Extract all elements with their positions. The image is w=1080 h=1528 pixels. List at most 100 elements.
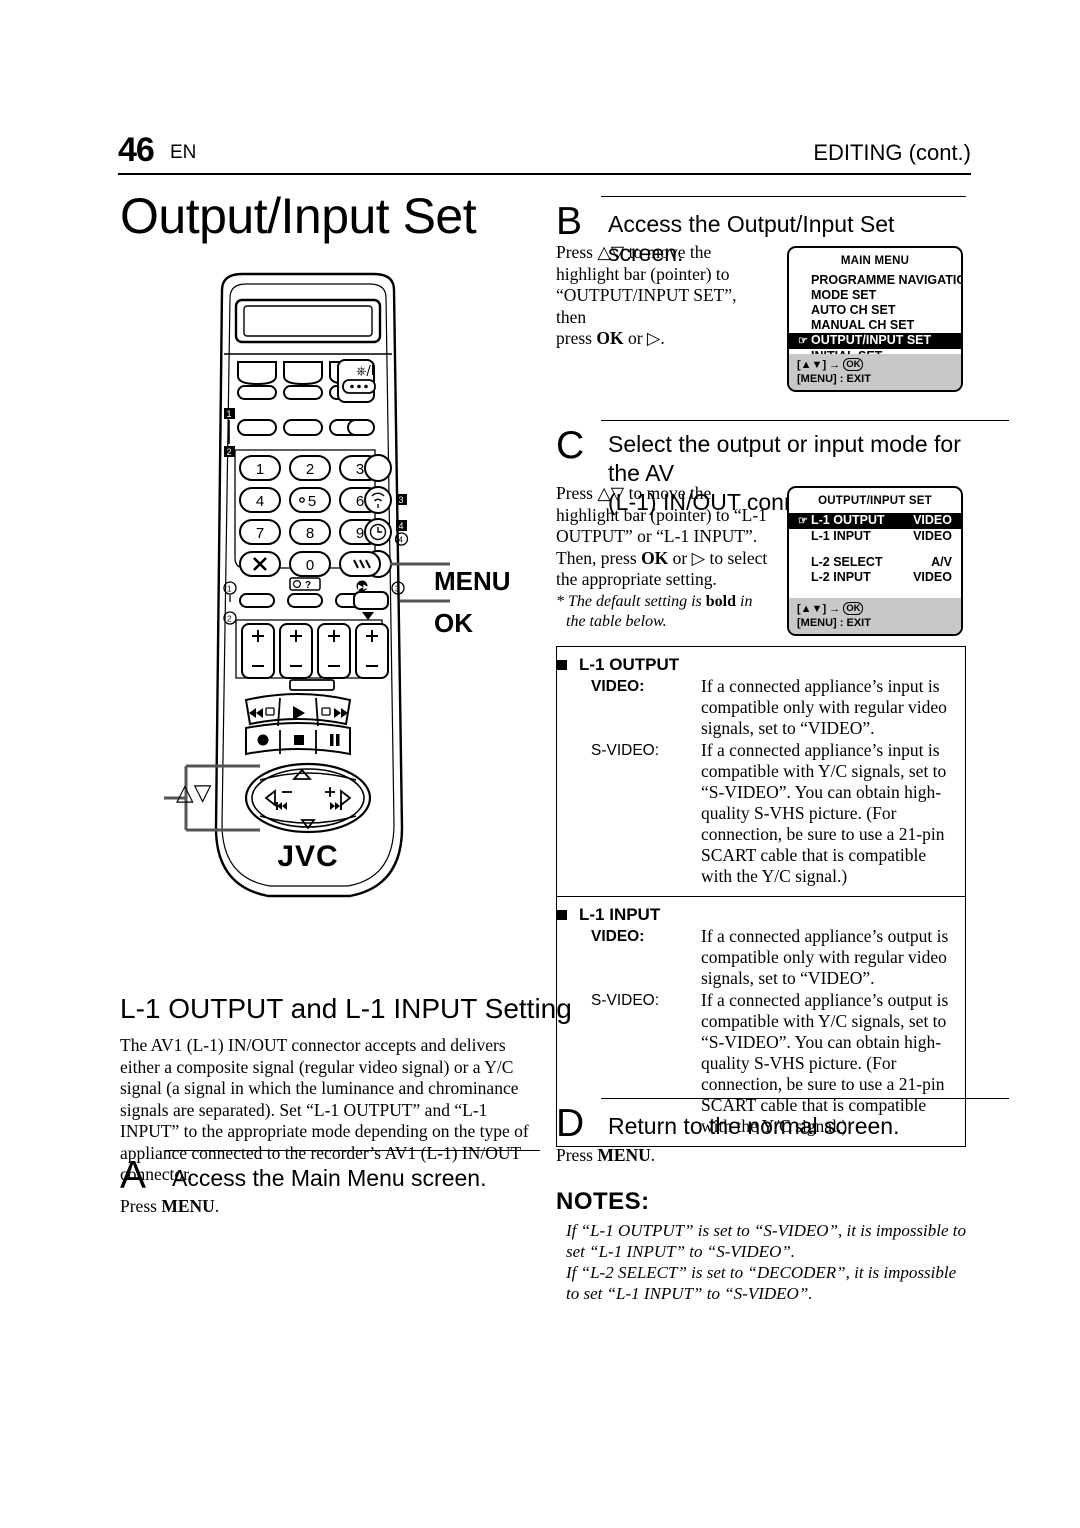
step-d-divider [601,1098,1009,1099]
header-divider [118,173,971,175]
remote-row2-key-4 [347,419,375,436]
remote-row2-key-2 [283,419,323,436]
section-title: EDITING (cont.) [813,140,971,165]
osd-main-menu: MAIN MENU PROGRAMME NAVIGATION MODE SET AU… [787,246,963,392]
remote-row-small-key-2 [287,593,323,608]
osd-menu-item[interactable]: L-2 INPUT VIDEO [789,570,961,585]
svg-text:7: 7 [256,525,264,542]
svg-text:1: 1 [227,409,232,419]
osd-menu-item-label: ☞ OUTPUT/INPUT SET [798,333,932,347]
marker-3: 3 [396,494,407,505]
step-c-default-note: * The default setting is bold in the tab… [556,592,771,632]
osd-output-input-set-title: OUTPUT/INPUT SET [818,495,932,507]
svg-text:8: 8 [306,525,314,542]
step-d-letter: D [556,1102,585,1145]
step-b-body-line3: “OUTPUT/INPUT SET”, then [556,285,737,327]
spec-row-value: If a connected appliance’s input is comp… [701,676,947,738]
spec-row-key: S-VIDEO: [591,742,660,759]
step-b-body: Press △▽ to move the highlight bar (poin… [556,242,761,350]
svg-text:3: 3 [399,495,404,505]
callout-ok-label: OK [434,608,473,638]
svg-text:2: 2 [227,447,232,457]
marker-2: 2 [224,446,235,457]
step-c-body: Press △▽ to move the highlight bar (poin… [556,483,771,632]
svg-text:6: 6 [356,493,364,510]
ok-glyph: OK [843,602,864,615]
osd-menu-item-value: A/V [931,555,952,569]
spec-row-value: If a connected appliance’s input is comp… [701,740,947,886]
osd-menu-item[interactable]: MANUAL CH SET [789,318,961,333]
osd-menu-item[interactable]: L-2 SELECT A/V [789,555,961,570]
svg-text:9: 9 [356,525,364,542]
spec-block-title: L-1 OUTPUT [557,655,955,675]
osd-menu-item[interactable]: ☞ OUTPUT/INPUT SET [789,333,961,349]
remote-softkey-1 [237,385,277,400]
osd-main-menu-title: MAIN MENU [840,255,910,267]
spec-row: VIDEO: If a connected appliance’s input i… [591,676,955,739]
step-b-body-line4: press OK or ▷. [556,328,665,348]
dpad [244,762,372,834]
osd-menu-item[interactable]: AUTO CH SET [789,303,961,318]
skip-icon: ▶▶ [356,580,369,592]
step-a-body: Press MENU. [120,1196,220,1216]
spec-block: L-1 OUTPUT VIDEO: If a connected appliance… [557,647,965,896]
record-icon [257,734,269,746]
osd-menu-item-label: ☞ L-1 OUTPUT [798,513,885,527]
osd-menu-item[interactable]: ☞ L-1 OUTPUT VIDEO [789,513,961,529]
osd-main-menu-list: PROGRAMME NAVIGATION MODE SET AUTO CH SET M… [789,273,961,364]
spec-block-title: L-1 INPUT [557,905,955,925]
pause-icon [330,734,334,746]
svg-text:0: 0 [306,557,314,574]
callout-updown-label: △▽ [176,780,212,806]
osd-menu-item-label: AUTO CH SET [811,303,896,317]
page-title: Output/Input Set [120,188,477,244]
step-c-divider [601,420,1009,421]
spec-row-key: VIDEO: [591,928,645,945]
step-c-letter: C [556,424,585,467]
osd-output-input-set-footer: [▲▼] → OK [MENU] : EXIT [789,598,961,634]
remote-row2-key-1 [237,419,277,436]
osd-menu-item-value: VIDEO [913,570,952,584]
osd-menu-item-label: L-1 INPUT [811,529,871,543]
page-number: 46 [118,131,155,169]
remote-softkey-2-top [283,361,323,386]
step-c-heading-line1: Select the output or input mode for the … [608,431,961,486]
svg-text:5: 5 [308,493,316,510]
step-b-letter: B [556,200,583,243]
osd-main-menu-footer: [▲▼] → OK [MENU] : EXIT [789,354,961,390]
svg-text:4: 4 [399,536,404,545]
osd-main-menu-footer-exit: [MENU] : EXIT [797,372,871,385]
manual-page: 46 EN EDITING (cont.) Output/Input Set B… [0,0,1080,1528]
settings-description-table: L-1 OUTPUT VIDEO: If a connected appliance… [556,646,966,1147]
remote-softkey-2 [283,385,323,400]
svg-text:?: ? [305,580,311,591]
osd-output-input-set: OUTPUT/INPUT SET ☞ L-1 OUTPUT VIDEO L-1 INP… [787,486,963,636]
osd-menu-item[interactable]: L-1 INPUT VIDEO [789,529,961,544]
osd-menu-item-label: MANUAL CH SET [811,318,915,332]
osd-row-spacer [789,544,961,555]
step-a-letter: A [120,1154,147,1197]
step-c-body-line1: Press △▽ to move the [556,483,712,503]
step-b-divider [601,196,966,197]
step-d-body: Press MENU. [556,1145,656,1165]
ok-glyph: OK [843,358,864,371]
osd-menu-item[interactable]: PROGRAMME NAVIGATION [789,273,961,288]
note-item: If “L-1 OUTPUT” is set to “S-VIDEO”, it … [566,1221,967,1261]
osd-output-input-set-list: ☞ L-1 OUTPUT VIDEO L-1 INPUT VIDEO L-2 SELECT… [789,513,961,585]
svg-text:2: 2 [306,461,314,478]
svg-text:2: 2 [227,615,232,624]
section-heading: L-1 OUTPUT and L-1 INPUT Setting [120,993,572,1024]
remote-ok-key [353,591,389,610]
svg-text:4: 4 [399,521,404,531]
osd-menu-item[interactable]: MODE SET [789,288,961,303]
spec-row: S-VIDEO: If a connected appliance’s input… [591,740,955,887]
pointer-hand-icon: ☞ [798,335,808,347]
svg-text:4: 4 [256,493,264,510]
osd-menu-item-value: VIDEO [913,529,952,543]
spec-row-key: VIDEO: [591,678,645,695]
help-icon: ? [289,577,321,591]
spec-block: L-1 INPUT VIDEO: If a connected appliance’… [557,896,965,1146]
svg-text:3: 3 [395,585,400,594]
svg-text:1: 1 [256,461,264,478]
callout-menu-label: MENU [434,566,511,596]
